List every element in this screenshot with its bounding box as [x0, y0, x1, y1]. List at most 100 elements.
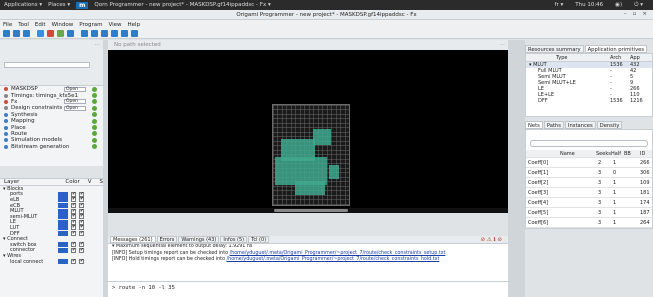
tab-paths[interactable]: Paths — [543, 120, 564, 129]
power-icon[interactable]: ⏻ ▾ — [634, 2, 643, 9]
layer-visible-checkbox[interactable]: ✔ — [71, 242, 76, 248]
menu-program[interactable]: Program — [79, 22, 102, 28]
flow-search-input[interactable] — [4, 62, 90, 68]
layer-selectable-checkbox[interactable]: ✔ — [79, 214, 84, 220]
layer-color-swatch[interactable] — [58, 197, 68, 203]
fpga-layout-canvas[interactable] — [108, 50, 508, 213]
tcl-console-input[interactable]: > route -n 10 -l 35 — [108, 281, 508, 297]
close-icon[interactable]: × — [642, 11, 647, 17]
menu-file[interactable]: File — [3, 22, 12, 28]
layer-selectable-checkbox[interactable]: ✔ — [79, 242, 84, 248]
layer-visible-checkbox[interactable]: ✔ — [71, 225, 76, 231]
layer-color-swatch[interactable] — [58, 203, 68, 209]
layer-visible-checkbox[interactable]: ✔ — [71, 191, 76, 197]
toolbar-button-icon[interactable] — [101, 30, 108, 37]
minimize-icon[interactable]: – — [624, 11, 627, 17]
toolbar-button-icon[interactable] — [37, 30, 44, 37]
tab-resources-summary[interactable]: Resources summary — [525, 44, 584, 53]
layer-selectable-checkbox[interactable]: ✔ — [79, 231, 84, 237]
layer-visible-checkbox[interactable]: ✔ — [71, 219, 76, 225]
tab-infos[interactable]: Infos (5) — [220, 236, 248, 243]
toolbar-button-icon[interactable] — [131, 30, 138, 37]
layer-selectable-checkbox[interactable]: ✔ — [79, 203, 84, 209]
layer-color-swatch[interactable] — [58, 225, 68, 231]
toolbar-button-icon[interactable] — [23, 30, 30, 37]
menu-window[interactable]: Window — [52, 22, 74, 28]
toolbar-button-icon[interactable] — [3, 30, 10, 37]
layer-visible-checkbox[interactable]: ✔ — [71, 214, 76, 220]
resource-row[interactable]: DFF 1536 1216 — [526, 98, 652, 104]
toolbar-button-icon[interactable] — [111, 30, 118, 37]
layer-selectable-checkbox[interactable]: ✔ — [79, 247, 84, 253]
layer-color-swatch[interactable] — [58, 191, 68, 197]
volume-icon[interactable]: ◉) — [615, 2, 622, 9]
clock[interactable]: Thu 10:46 — [575, 2, 603, 9]
menu-edit[interactable]: Edit — [35, 22, 46, 28]
flow-step-status[interactable]: Open — [64, 99, 86, 105]
right-splitter[interactable] — [508, 40, 525, 297]
message-report-link[interactable]: /home/yduguet/.meta/Origami_Programmer/~… — [227, 257, 440, 262]
net-row[interactable]: Coeff[2] 3 1 109 — [526, 178, 652, 188]
layer-selectable-checkbox[interactable]: ✔ — [79, 191, 84, 197]
layer-color-swatch[interactable] — [58, 242, 68, 248]
keyboard-layout[interactable]: fr ▾ — [555, 2, 564, 9]
layer-selectable-checkbox[interactable]: ✔ — [79, 197, 84, 203]
layer-color-swatch[interactable] — [58, 214, 68, 220]
fpga-fabric-grid[interactable] — [272, 104, 350, 206]
tab-errors[interactable]: Errors — [156, 236, 178, 243]
canvas-options-icon[interactable]: ⋯ — [500, 42, 506, 48]
tab-application-primitives[interactable]: Application primitives — [584, 44, 648, 53]
net-row[interactable]: Coeff[6] 3 1 264 — [526, 218, 652, 228]
toolbar-button-icon[interactable] — [67, 30, 74, 37]
message-report-link[interactable]: /home/yduguet/.meta/Origami_Programmer/~… — [230, 251, 446, 256]
tab-density[interactable]: Density — [596, 120, 623, 129]
net-row[interactable]: Coeff[4] 3 1 174 — [526, 198, 652, 208]
toolbar-button-icon[interactable] — [121, 30, 128, 37]
layer-selectable-checkbox[interactable]: ✔ — [79, 225, 84, 231]
toolbar-button-icon[interactable] — [91, 30, 98, 37]
nets-search-input[interactable] — [530, 140, 648, 147]
tab-tcl[interactable]: Tcl (0) — [248, 236, 270, 243]
net-row[interactable]: Coeff[3] 3 1 181 — [526, 188, 652, 198]
layer-visible-checkbox[interactable]: ✔ — [71, 259, 76, 265]
message-filter-icons[interactable]: ⊘ ⚠ ℹ ⊘ — [481, 237, 502, 243]
layer-row[interactable]: local connect ✔ ✔ — [0, 259, 103, 265]
net-row[interactable]: Coeff[1] 3 0 306 — [526, 168, 652, 178]
active-window-menu[interactable]: Qorn Programmer - new project* - MASKDSP… — [94, 2, 270, 8]
flow-step-status[interactable]: Open — [64, 105, 86, 111]
tab-messages[interactable]: Messages (261) — [110, 236, 156, 243]
tab-nets[interactable]: Nets — [525, 120, 543, 129]
menu-help[interactable]: Help — [128, 22, 141, 28]
layer-visible-checkbox[interactable]: ✔ — [71, 203, 76, 209]
applications-menu[interactable]: Applications ▾ — [4, 2, 42, 8]
layer-selectable-checkbox[interactable]: ✔ — [79, 259, 84, 265]
places-menu[interactable]: Places ▾ — [48, 2, 70, 8]
tab-instances[interactable]: Instances — [564, 120, 596, 129]
layer-visible-checkbox[interactable]: ✔ — [71, 247, 76, 253]
layer-color-swatch[interactable] — [58, 247, 68, 253]
toolbar-button-icon[interactable] — [47, 30, 54, 37]
layer-visible-checkbox[interactable]: ✔ — [71, 208, 76, 214]
tab-warnings[interactable]: Warnings (43) — [178, 236, 220, 243]
panel-options-icon[interactable]: ⋯ — [95, 42, 101, 48]
net-row[interactable]: Coeff[5] 3 1 187 — [526, 208, 652, 218]
layer-visible-checkbox[interactable]: ✔ — [71, 231, 76, 237]
layer-selectable-checkbox[interactable]: ✔ — [79, 208, 84, 214]
maximize-icon[interactable]: ▫ — [633, 11, 637, 17]
layer-visible-checkbox[interactable]: ✔ — [71, 197, 76, 203]
scrollbar-thumb[interactable] — [274, 209, 348, 212]
layer-color-swatch[interactable] — [58, 208, 68, 214]
canvas-horizontal-scrollbar[interactable] — [108, 208, 508, 213]
toolbar-button-icon[interactable] — [57, 30, 64, 37]
layer-color-swatch[interactable] — [58, 259, 68, 265]
menu-view[interactable]: View — [108, 22, 121, 28]
layer-color-swatch[interactable] — [58, 231, 68, 237]
flow-step[interactable]: Bitstream generation — [0, 144, 103, 150]
flow-step-status[interactable]: Open — [64, 86, 86, 92]
layer-selectable-checkbox[interactable]: ✔ — [79, 219, 84, 225]
toolbar-button-icon[interactable] — [13, 30, 20, 37]
net-row[interactable]: Coeff[0] 2 1 266 — [526, 158, 652, 168]
toolbar-button-icon[interactable] — [81, 30, 88, 37]
layer-color-swatch[interactable] — [58, 219, 68, 225]
menu-tool[interactable]: Tool — [18, 22, 29, 28]
